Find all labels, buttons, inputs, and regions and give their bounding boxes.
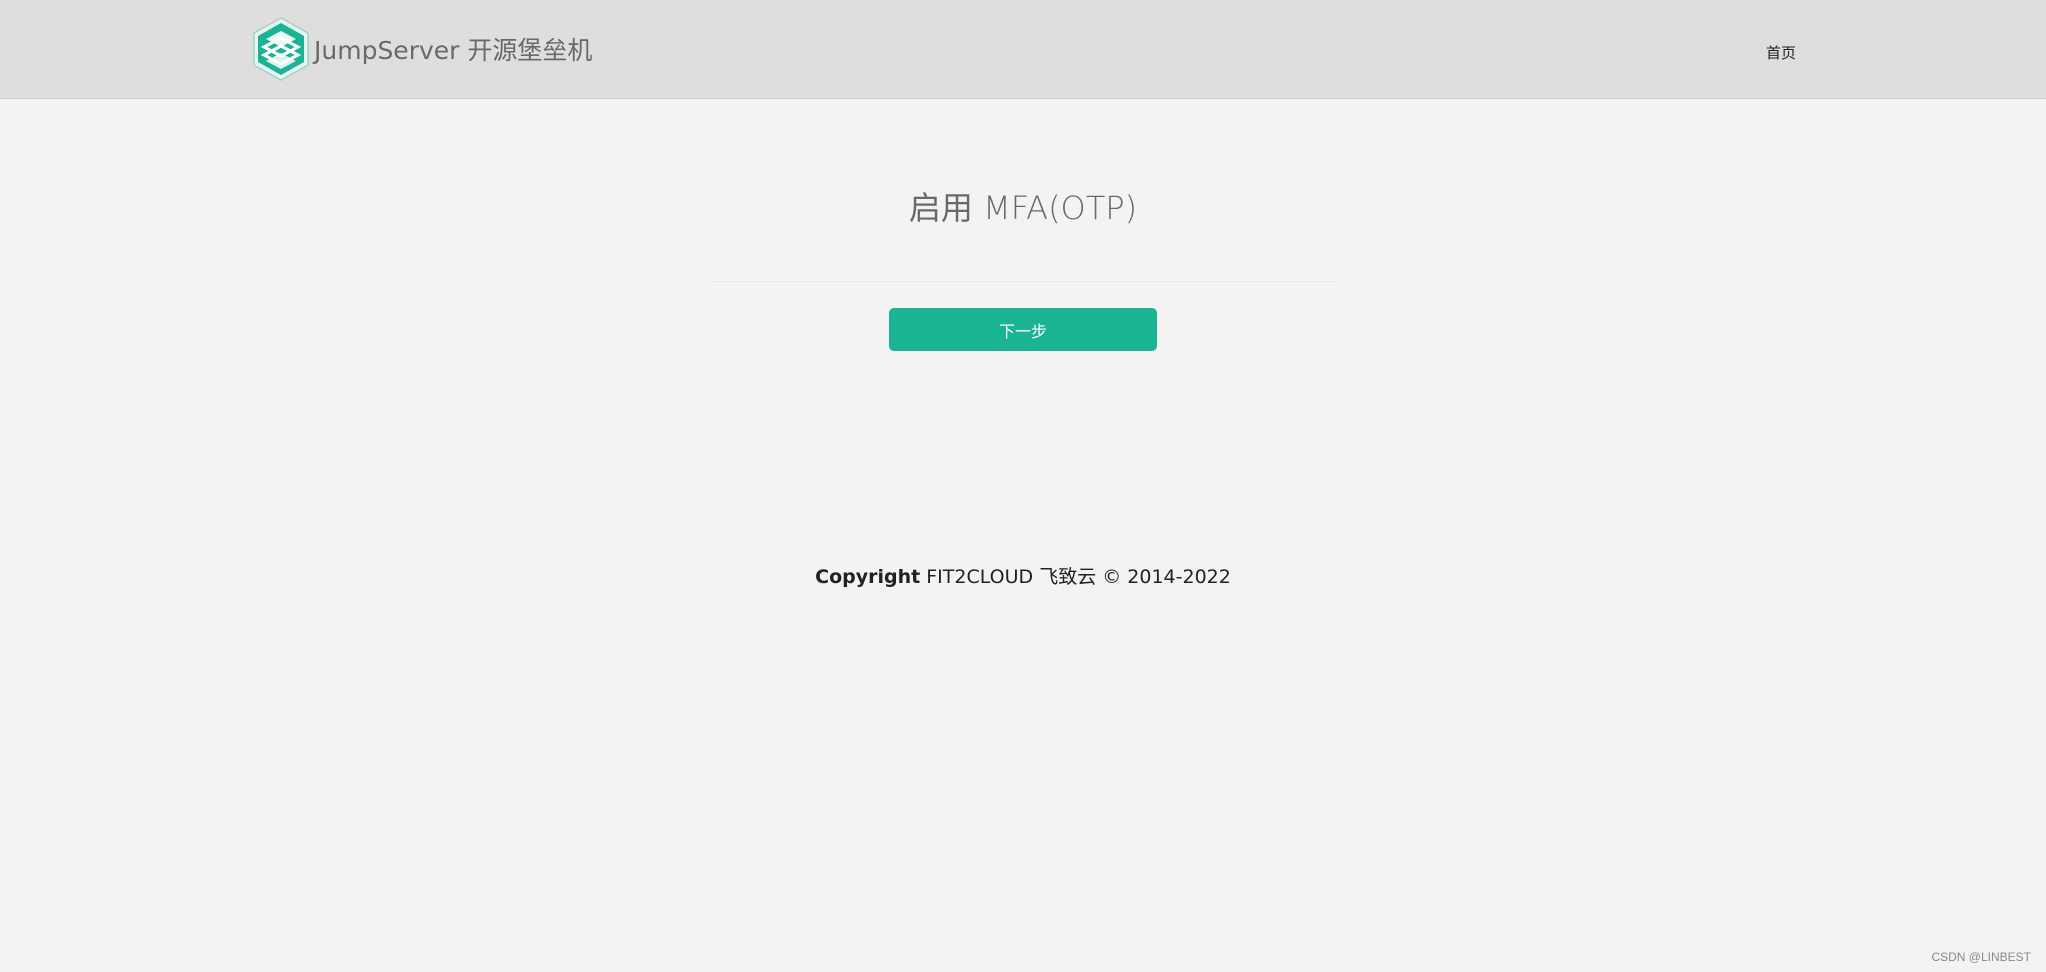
divider <box>708 281 1336 282</box>
brand-name: JumpServer 开源堡垒机 <box>314 36 593 65</box>
jumpserver-logo-icon <box>252 17 310 81</box>
top-header: JumpServer 开源堡垒机 首页 <box>0 0 2046 99</box>
next-step-button[interactable]: 下一步 <box>889 308 1157 351</box>
copyright-text: FIT2CLOUD 飞致云 © 2014-2022 <box>920 566 1231 588</box>
logo[interactable]: JumpServer 开源堡垒机 <box>252 17 592 81</box>
page-title: 启用 MFA(OTP) <box>908 189 1138 227</box>
watermark-text: CSDN @LINBEST <box>1931 950 2031 964</box>
copyright-footer: Copyright FIT2CLOUD 飞致云 © 2014-2022 <box>0 562 2046 589</box>
nav-home-link[interactable]: 首页 <box>1766 42 1796 63</box>
copyright-label: Copyright <box>815 566 921 588</box>
